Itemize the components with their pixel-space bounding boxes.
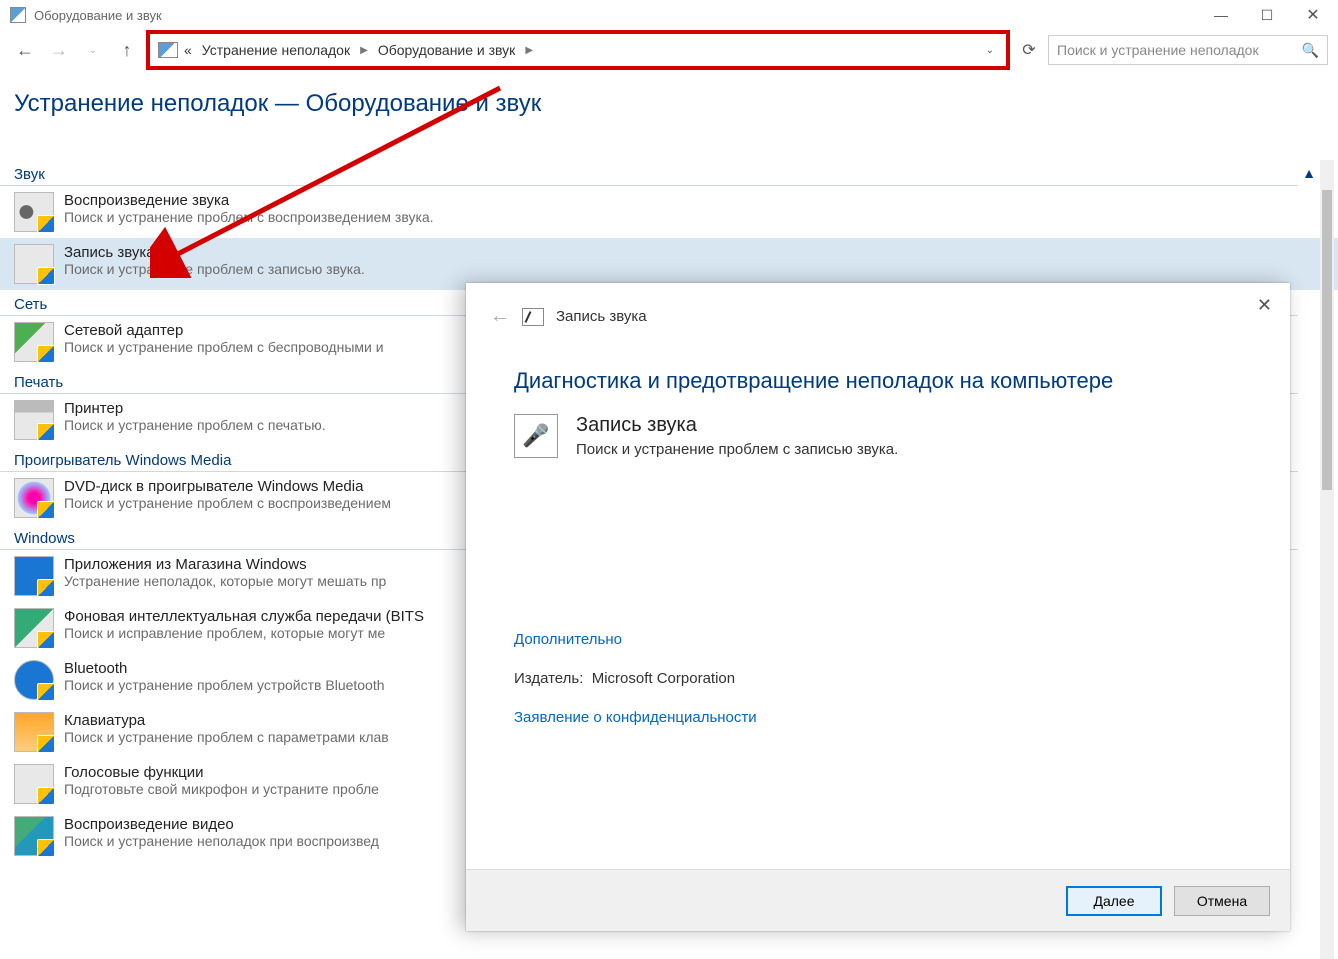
item-title: Запись звука [64,244,365,261]
crumb-troubleshoot[interactable]: Устранение неполадок [198,40,354,60]
dialog-close-button[interactable]: ✕ [1253,291,1276,320]
shield-badge-icon [37,345,55,363]
item-title: Голосовые функции [64,764,379,781]
troubleshooter-item[interactable]: Воспроизведение звукаПоиск и устранение … [0,186,1338,238]
advanced-link[interactable]: Дополнительно [514,631,1242,648]
item-icon [14,400,54,440]
item-icon [14,712,54,752]
publisher-line: Издатель: Microsoft Corporation [514,670,1242,687]
collapse-caret[interactable]: ▲ [1300,164,1318,182]
item-desc: Поиск и устранение проблем с параметрами… [64,729,389,745]
search-icon: 🔍 [1302,42,1319,59]
refresh-button[interactable]: ⟳ [1014,40,1044,60]
troubleshooter-dialog: ✕ ← Запись звука Диагностика и предотвра… [466,283,1290,931]
dialog-body-desc: Поиск и устранение проблем с записью зву… [576,441,898,458]
breadcrumb-separator: ▶ [525,45,533,56]
titlebar: Оборудование и звук — ☐ ✕ [0,0,1338,30]
item-title: Воспроизведение видео [64,816,379,833]
item-desc: Поиск и устранение проблем с записью зву… [64,261,365,277]
mic-icon [522,308,544,326]
breadcrumb[interactable]: « Устранение неполадок ▶ Оборудование и … [146,30,1010,70]
item-icon [14,764,54,804]
maximize-button[interactable]: ☐ [1244,0,1290,30]
address-dropdown[interactable]: ⌄ [982,45,998,56]
search-placeholder: Поиск и устранение неполадок [1057,42,1259,58]
breadcrumb-prefix: « [184,42,192,58]
next-button[interactable]: Далее [1066,886,1162,916]
shield-badge-icon [37,267,55,285]
shield-badge-icon [37,683,55,701]
shield-badge-icon [37,631,55,649]
item-icon [14,244,54,284]
item-desc: Поиск и устранение проблем с беспроводны… [64,339,384,355]
item-desc: Поиск и устранение проблем с печатью. [64,417,326,433]
cancel-button[interactable]: Отмена [1174,886,1270,916]
breadcrumb-icon [158,42,178,58]
up-button[interactable]: ↑ [112,35,142,65]
shield-badge-icon [37,215,55,233]
item-desc: Поиск и устранение проблем с воспроизвед… [64,209,434,225]
item-title: Сетевой адаптер [64,322,384,339]
minimize-button[interactable]: — [1198,0,1244,30]
breadcrumb-separator: ▶ [360,45,368,56]
search-input[interactable]: Поиск и устранение неполадок 🔍 [1048,35,1328,65]
item-desc: Устранение неполадок, которые могут меша… [64,573,386,589]
recent-dropdown[interactable]: ⌄ [78,35,108,65]
item-desc: Поиск и исправление проблем, которые мог… [64,625,424,641]
item-title: DVD-диск в проигрывателе Windows Media [64,478,391,495]
close-button[interactable]: ✕ [1290,0,1336,30]
item-title: Воспроизведение звука [64,192,434,209]
item-icon [14,660,54,700]
item-desc: Поиск и устранение неполадок при воспрои… [64,833,379,849]
item-title: Bluetooth [64,660,385,677]
page-title: Устранение неполадок — Оборудование и зв… [0,70,1338,128]
shield-badge-icon [37,735,55,753]
item-title: Клавиатура [64,712,389,729]
item-title: Фоновая интеллектуальная служба передачи… [64,608,424,625]
window-title: Оборудование и звук [34,8,162,23]
shield-badge-icon [37,839,55,857]
dialog-back-button[interactable]: ← [490,305,510,328]
item-icon [14,322,54,362]
window-controls: — ☐ ✕ [1198,0,1336,30]
mic-large-icon: 🎤 [514,414,558,458]
dialog-body-title: Запись звука [576,414,898,437]
shield-badge-icon [37,787,55,805]
forward-button[interactable]: → [44,35,74,65]
category-header: Звук [0,160,1298,186]
item-icon [14,192,54,232]
dialog-footer: Далее Отмена [466,869,1290,931]
dialog-heading: Диагностика и предотвращение неполадок н… [466,338,1290,414]
scrollbar[interactable] [1320,160,1334,959]
shield-badge-icon [37,501,55,519]
item-title: Принтер [64,400,326,417]
crumb-hardware-sound[interactable]: Оборудование и звук [374,40,520,60]
item-icon [14,556,54,596]
back-button[interactable]: ← [10,35,40,65]
publisher-label: Издатель: [514,670,583,687]
publisher-name: Microsoft Corporation [592,670,735,687]
app-icon [10,7,26,23]
item-desc: Подготовьте свой микрофон и устраните пр… [64,781,379,797]
item-desc: Поиск и устранение проблем устройств Blu… [64,677,385,693]
dialog-title-small: Запись звука [556,308,647,325]
item-desc: Поиск и устранение проблем с воспроизвед… [64,495,391,511]
scroll-thumb[interactable] [1322,190,1332,490]
shield-badge-icon [37,423,55,441]
item-icon [14,816,54,856]
privacy-link[interactable]: Заявление о конфиденциальности [514,709,1242,726]
navbar: ← → ⌄ ↑ « Устранение неполадок ▶ Оборудо… [0,30,1338,70]
item-icon [14,478,54,518]
shield-badge-icon [37,579,55,597]
item-title: Приложения из Магазина Windows [64,556,386,573]
item-icon [14,608,54,648]
